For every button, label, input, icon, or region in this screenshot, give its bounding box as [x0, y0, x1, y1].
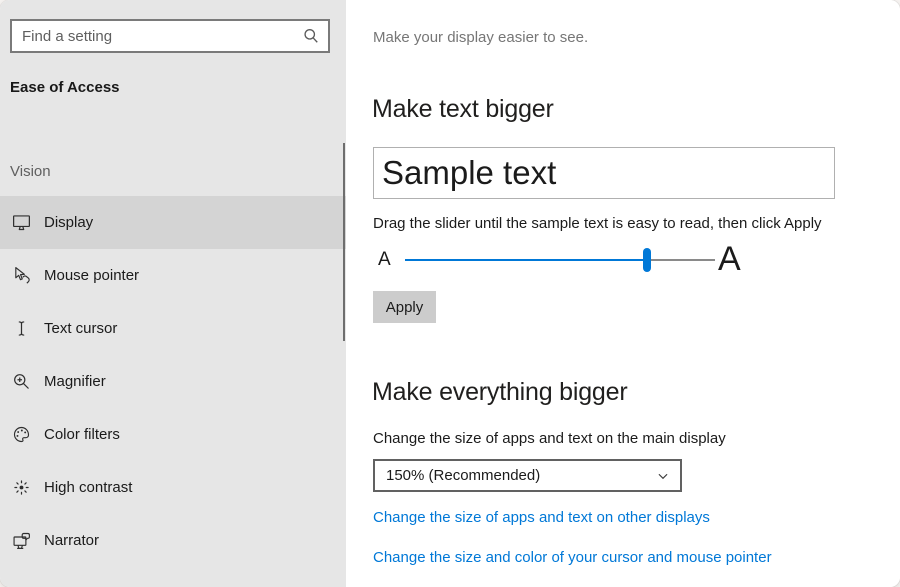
chevron-down-icon [656, 469, 670, 483]
sidebar-item-mouse-pointer[interactable]: Mouse pointer [0, 249, 346, 302]
slider-fill [405, 259, 647, 261]
settings-link-2[interactable]: Change the size and color of your cursor… [373, 549, 772, 566]
display-icon [11, 212, 32, 233]
slider-instruction: Drag the slider until the sample text is… [373, 215, 822, 232]
sidebar-scrollbar-thumb[interactable] [343, 143, 345, 341]
scale-dropdown[interactable]: 150% (Recommended) [373, 459, 682, 492]
slider-thumb[interactable] [642, 248, 651, 272]
slider-min-label: A [378, 249, 391, 270]
make-everything-bigger-heading: Make everything bigger [372, 378, 628, 406]
text-size-slider: A A [373, 240, 783, 280]
search-icon [301, 26, 321, 46]
sidebar-item-high-contrast[interactable]: High contrast [0, 461, 346, 514]
mouse-pointer-icon [11, 265, 32, 286]
color-filters-icon [11, 424, 32, 445]
sidebar-item-color-filters[interactable]: Color filters [0, 408, 346, 461]
sidebar-item-narrator[interactable]: Narrator [0, 514, 346, 567]
sidebar: Ease of Access Vision Display Mouse poin… [0, 0, 346, 587]
sample-text: Sample text [382, 154, 557, 191]
sidebar-title: Ease of Access [10, 79, 120, 96]
sidebar-section-vision: Vision [10, 163, 51, 180]
make-text-bigger-heading: Make text bigger [372, 95, 554, 123]
sample-text-preview: Sample text [373, 147, 835, 199]
page-subtitle: Make your display easier to see. [373, 29, 589, 46]
magnifier-icon [11, 371, 32, 392]
apply-button[interactable]: Apply [373, 291, 436, 323]
sidebar-item-magnifier[interactable]: Magnifier [0, 355, 346, 408]
main-content: Make your display easier to see. Make te… [346, 0, 900, 587]
narrator-icon [11, 530, 32, 551]
related-links: Change the size of apps and text on othe… [373, 509, 772, 587]
scale-dropdown-value: 150% (Recommended) [386, 467, 541, 484]
sidebar-item-text-cursor[interactable]: Text cursor [0, 302, 346, 355]
sidebar-nav: Display Mouse pointer Text cursor Magnif… [0, 196, 346, 567]
slider-track[interactable] [405, 248, 715, 272]
search-input[interactable] [12, 21, 328, 51]
high-contrast-icon [11, 477, 32, 498]
slider-max-label: A [718, 240, 741, 278]
settings-window: Ease of Access Vision Display Mouse poin… [0, 0, 900, 587]
search-box [10, 19, 330, 53]
sidebar-item-display[interactable]: Display [0, 196, 346, 249]
text-cursor-icon [11, 318, 32, 339]
scale-dropdown-label: Change the size of apps and text on the … [373, 430, 726, 447]
settings-link-1[interactable]: Change the size of apps and text on othe… [373, 509, 772, 526]
